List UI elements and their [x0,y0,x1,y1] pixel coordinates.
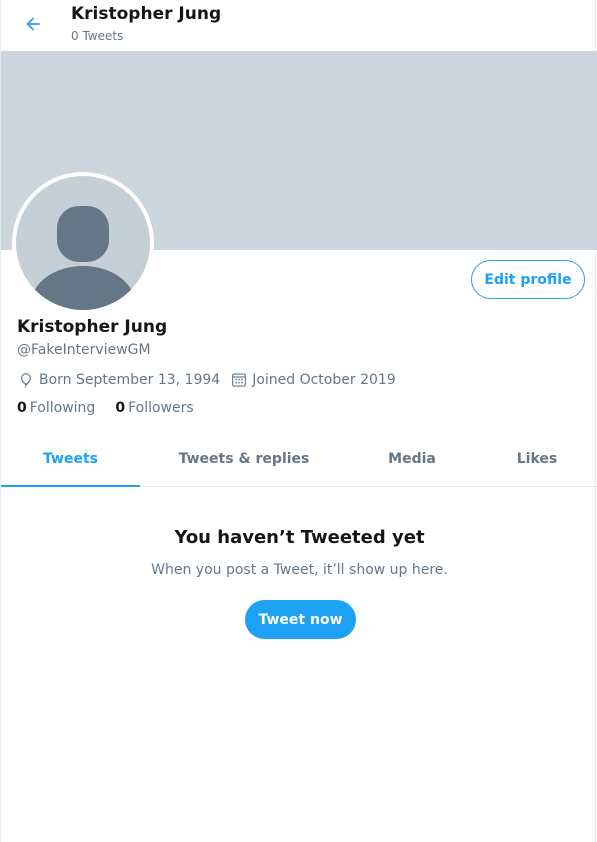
edit-profile-button[interactable]: Edit profile [471,260,585,299]
profile-header: Kristopher Jung 0 Tweets [1,0,597,50]
tab-tweets[interactable]: Tweets [1,432,140,487]
default-avatar-icon [16,176,150,310]
joined-text: Joined October 2019 [252,372,396,388]
following-label: Following [29,400,96,416]
tab-likes[interactable]: Likes [476,432,597,486]
birthday-item: Born September 13, 1994 [17,371,220,389]
empty-state-title: You haven’t Tweeted yet [174,527,425,548]
birthday-text: Born September 13, 1994 [39,372,221,388]
joined-item: Joined October 2019 [230,371,396,389]
profile-tabs: Tweets Tweets & replies Media Likes [1,432,597,487]
tab-tweets-replies[interactable]: Tweets & replies [140,432,348,486]
balloon-icon [21,373,31,388]
follow-stats: 0 Following 0 Followers [17,400,214,416]
tab-media[interactable]: Media [348,432,476,486]
tweet-now-button[interactable]: Tweet now [245,600,356,639]
header-tweet-count: 0 Tweets [71,29,124,43]
following-link[interactable]: 0 Following [17,400,95,416]
profile-name: Kristopher Jung [17,317,168,337]
back-button[interactable] [17,8,49,40]
avatar[interactable] [12,172,154,314]
profile-handle: @FakeInterviewGM [17,342,151,358]
followers-count: 0 [115,400,126,416]
following-count: 0 [17,400,27,416]
calendar-icon [232,373,247,387]
arrow-left-icon [26,17,40,31]
profile-page: Kristopher Jung 0 Tweets Edit profile Kr… [0,0,597,842]
profile-meta: Born September 13, 1994 Joined October 2… [17,369,406,391]
followers-link[interactable]: 0 Followers [115,400,193,416]
empty-state-subtitle: When you post a Tweet, it’ll show up her… [151,562,448,578]
followers-label: Followers [128,400,194,416]
header-title: Kristopher Jung [71,4,222,24]
